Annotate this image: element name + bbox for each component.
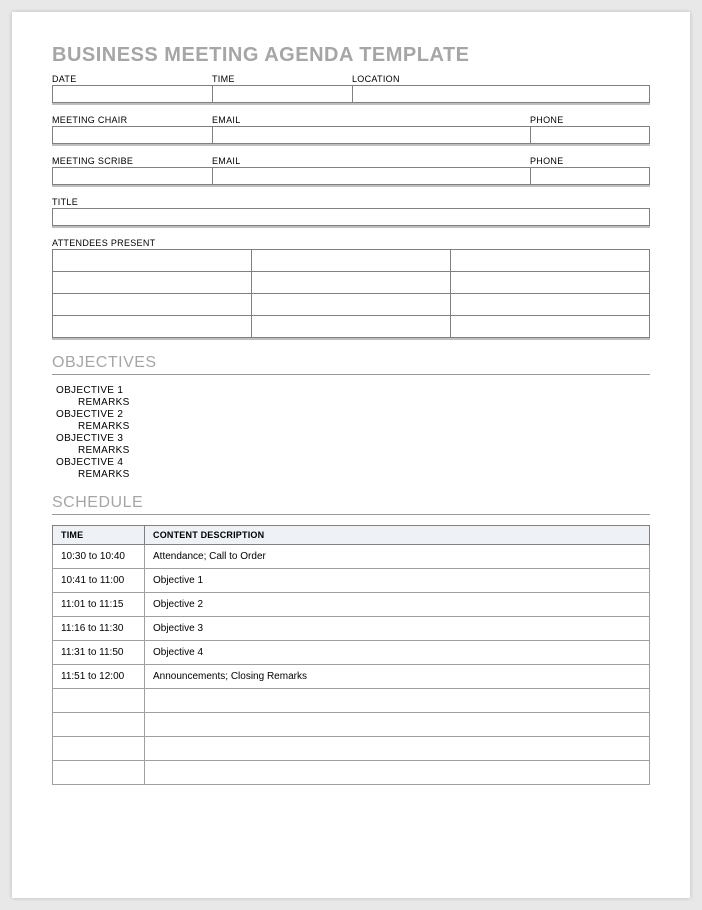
- schedule-header-time: TIME: [53, 526, 145, 545]
- row-chair: MEETING CHAIR EMAIL PHONE: [52, 114, 650, 146]
- time-field[interactable]: [212, 85, 352, 103]
- objective-remarks: REMARKS: [56, 469, 650, 480]
- schedule-row: [53, 713, 650, 737]
- attendee-cell[interactable]: [451, 250, 650, 272]
- schedule-content-cell[interactable]: [145, 713, 650, 737]
- objective-label: OBJECTIVE 2: [56, 409, 650, 420]
- attendee-cell[interactable]: [451, 316, 650, 338]
- scribe-email-label: EMAIL: [212, 155, 530, 167]
- page-title: BUSINESS MEETING AGENDA TEMPLATE: [52, 44, 650, 67]
- schedule-content-cell[interactable]: Objective 1: [145, 569, 650, 593]
- schedule-row: [53, 761, 650, 785]
- scribe-label: MEETING SCRIBE: [52, 155, 212, 167]
- scribe-email-field[interactable]: [212, 167, 530, 185]
- schedule-table: TIME CONTENT DESCRIPTION 10:30 to 10:40A…: [52, 525, 650, 785]
- schedule-row: 10:30 to 10:40Attendance; Call to Order: [53, 545, 650, 569]
- chair-label: MEETING CHAIR: [52, 114, 212, 126]
- attendee-cell[interactable]: [252, 250, 451, 272]
- schedule-time-cell[interactable]: [53, 713, 145, 737]
- schedule-content-cell[interactable]: Announcements; Closing Remarks: [145, 665, 650, 689]
- schedule-content-cell[interactable]: [145, 737, 650, 761]
- row-title: TITLE: [52, 196, 650, 228]
- schedule-row: 10:41 to 11:00Objective 1: [53, 569, 650, 593]
- attendee-cell[interactable]: [53, 316, 252, 338]
- date-label: DATE: [52, 73, 212, 85]
- objective-label: OBJECTIVE 1: [56, 385, 650, 396]
- attendees-label: ATTENDEES PRESENT: [52, 237, 650, 249]
- chair-email-label: EMAIL: [212, 114, 530, 126]
- attendee-cell[interactable]: [53, 272, 252, 294]
- schedule-header-content: CONTENT DESCRIPTION: [145, 526, 650, 545]
- schedule-time-cell[interactable]: 10:30 to 10:40: [53, 545, 145, 569]
- attendee-cell[interactable]: [252, 316, 451, 338]
- schedule-time-cell[interactable]: [53, 761, 145, 785]
- attendee-cell[interactable]: [451, 272, 650, 294]
- schedule-row: [53, 737, 650, 761]
- schedule-time-cell[interactable]: [53, 689, 145, 713]
- schedule-row: 11:51 to 12:00Announcements; Closing Rem…: [53, 665, 650, 689]
- schedule-content-cell[interactable]: Objective 2: [145, 593, 650, 617]
- chair-phone-label: PHONE: [530, 114, 650, 126]
- objective-remarks: REMARKS: [56, 421, 650, 432]
- meeting-title-label: TITLE: [52, 196, 650, 208]
- schedule-content-cell[interactable]: Objective 4: [145, 641, 650, 665]
- row-scribe: MEETING SCRIBE EMAIL PHONE: [52, 155, 650, 187]
- objective-remarks: REMARKS: [56, 397, 650, 408]
- attendee-cell[interactable]: [451, 294, 650, 316]
- meeting-title-field[interactable]: [52, 208, 650, 226]
- objective-label: OBJECTIVE 3: [56, 433, 650, 444]
- schedule-row: 11:31 to 11:50Objective 4: [53, 641, 650, 665]
- date-field[interactable]: [52, 85, 212, 103]
- attendee-cell[interactable]: [53, 294, 252, 316]
- location-label: LOCATION: [352, 73, 650, 85]
- objectives-heading: OBJECTIVES: [52, 354, 650, 375]
- schedule-content-cell[interactable]: [145, 689, 650, 713]
- location-field[interactable]: [352, 85, 650, 103]
- schedule-time-cell[interactable]: 11:31 to 11:50: [53, 641, 145, 665]
- schedule-content-cell[interactable]: Attendance; Call to Order: [145, 545, 650, 569]
- objective-label: OBJECTIVE 4: [56, 457, 650, 468]
- attendee-cell[interactable]: [252, 294, 451, 316]
- schedule-row: 11:01 to 11:15Objective 2: [53, 593, 650, 617]
- schedule-content-cell[interactable]: Objective 3: [145, 617, 650, 641]
- schedule-time-cell[interactable]: 11:51 to 12:00: [53, 665, 145, 689]
- scribe-phone-label: PHONE: [530, 155, 650, 167]
- chair-field[interactable]: [52, 126, 212, 144]
- schedule-row: 11:16 to 11:30Objective 3: [53, 617, 650, 641]
- schedule-time-cell[interactable]: [53, 737, 145, 761]
- attendees-grid: [52, 249, 650, 340]
- objectives-list: OBJECTIVE 1 REMARKS OBJECTIVE 2 REMARKS …: [52, 385, 650, 480]
- document-page: BUSINESS MEETING AGENDA TEMPLATE DATE TI…: [12, 12, 690, 898]
- attendee-cell[interactable]: [53, 250, 252, 272]
- schedule-content-cell[interactable]: [145, 761, 650, 785]
- schedule-time-cell[interactable]: 11:16 to 11:30: [53, 617, 145, 641]
- schedule-time-cell[interactable]: 10:41 to 11:00: [53, 569, 145, 593]
- scribe-field[interactable]: [52, 167, 212, 185]
- attendee-cell[interactable]: [252, 272, 451, 294]
- schedule-heading: SCHEDULE: [52, 494, 650, 515]
- scribe-phone-field[interactable]: [530, 167, 650, 185]
- time-label: TIME: [212, 73, 352, 85]
- schedule-time-cell[interactable]: 11:01 to 11:15: [53, 593, 145, 617]
- schedule-row: [53, 689, 650, 713]
- chair-email-field[interactable]: [212, 126, 530, 144]
- objective-remarks: REMARKS: [56, 445, 650, 456]
- row-date-time-location: DATE TIME LOCATION: [52, 73, 650, 105]
- chair-phone-field[interactable]: [530, 126, 650, 144]
